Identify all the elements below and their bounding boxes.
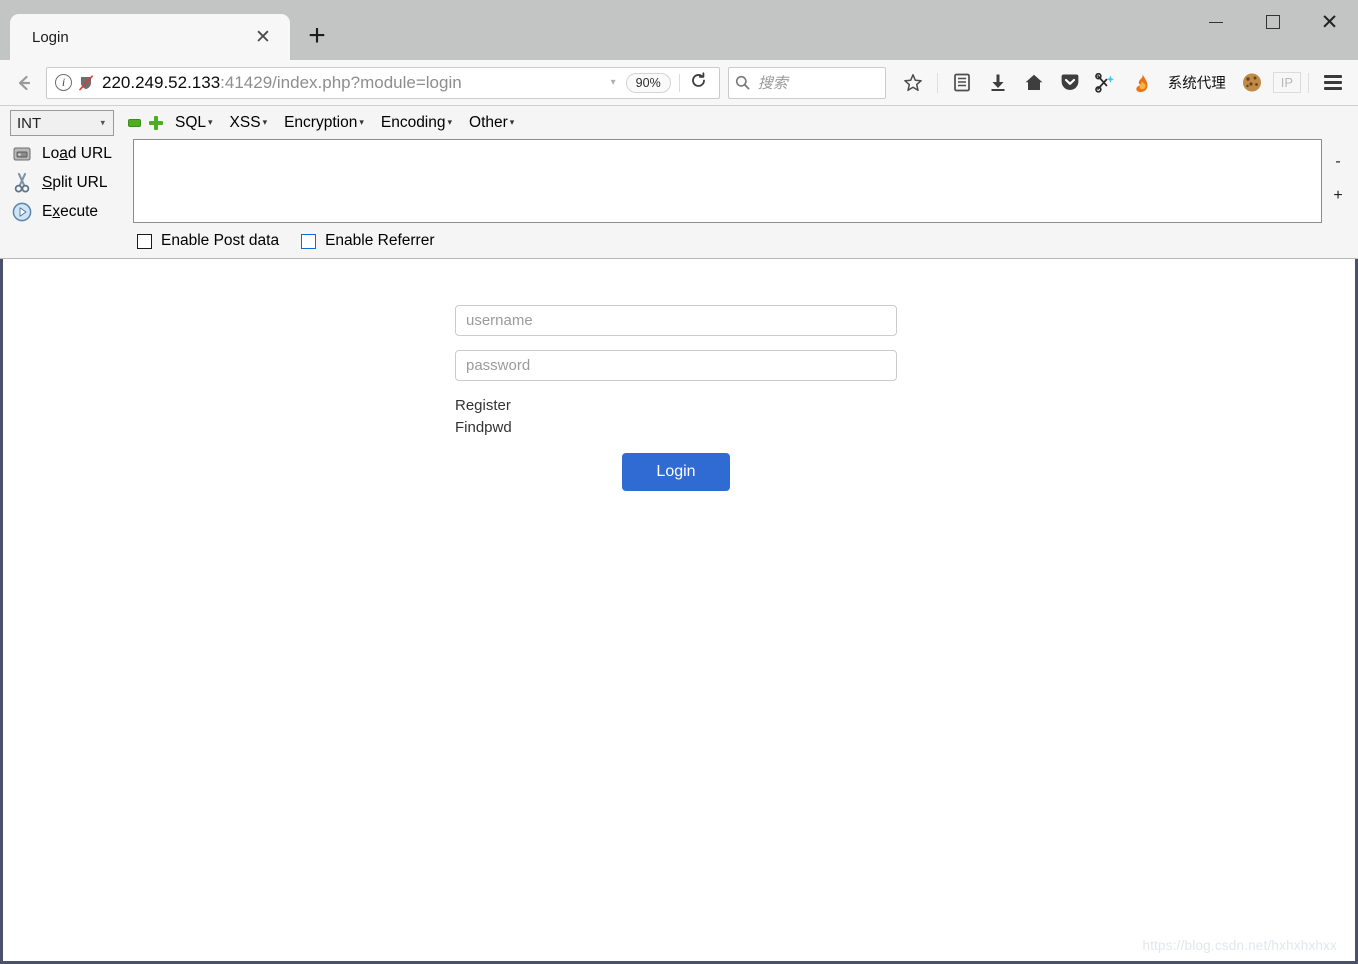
username-input[interactable] <box>455 305 897 336</box>
chevron-down-icon: ▾ <box>208 117 213 127</box>
password-input[interactable] <box>455 350 897 381</box>
divider <box>678 73 680 92</box>
close-icon[interactable]: ✕ <box>250 24 276 50</box>
plus-green-icon[interactable] <box>149 116 163 130</box>
pocket-icon[interactable] <box>1053 66 1087 100</box>
hackbar-type-value: INT <box>17 114 42 132</box>
scissors-icon <box>8 172 36 193</box>
home-icon[interactable] <box>1017 66 1051 100</box>
url-path: :41429/index.php?module=login <box>220 72 462 92</box>
new-tab-button[interactable]: + <box>296 15 338 57</box>
url-text[interactable]: 220.249.52.133:41429/index.php?module=lo… <box>102 73 601 93</box>
chevron-down-icon: ▾ <box>359 117 364 127</box>
hackbar-panel: INT ▾ SQL ▾ XSS ▾ Encryption ▾ Encoding ▾ Ot… <box>0 106 1358 259</box>
tab-strip: Login ✕ + <box>0 0 338 60</box>
browser-window: Login ✕ + ✕ i 220.249.52.133:41429/index… <box>0 0 1358 964</box>
maximize-icon[interactable] <box>1244 0 1301 44</box>
hackbar-menu-encoding[interactable]: Encoding ▾ <box>381 114 452 132</box>
chevron-down-icon: ▾ <box>447 117 453 127</box>
chevron-down-icon[interactable]: ▾ <box>601 77 626 88</box>
zoom-level-badge[interactable]: 90% <box>625 72 671 93</box>
divider <box>1308 72 1309 93</box>
identity-box[interactable]: i <box>55 74 94 91</box>
url-host: 220.249.52.133 <box>102 72 221 92</box>
chevron-down-icon: ▾ <box>262 117 268 127</box>
play-icon <box>8 202 36 222</box>
hackbar-options: Enable Post data Enable Referrer <box>0 226 1358 256</box>
hackbar-type-select[interactable]: INT ▾ <box>10 110 114 136</box>
login-form: Register Findpwd Login <box>455 305 897 491</box>
hackbar-resizers: - + <box>1322 139 1354 213</box>
hackbar-body: Load URL Split URL Execute - + <box>0 139 1358 226</box>
hackbar-stepper <box>128 116 163 130</box>
hackbar-menu-encryption[interactable]: Encryption ▾ <box>284 114 364 132</box>
enable-post-data-checkbox[interactable]: Enable Post data <box>137 232 279 250</box>
shrink-textarea-button[interactable]: - <box>1327 145 1349 179</box>
shield-crossed-icon[interactable] <box>78 74 94 91</box>
hackbar-menu-row: INT ▾ SQL ▾ XSS ▾ Encryption ▾ Encoding ▾ Ot… <box>0 106 1358 139</box>
search-placeholder: 搜索 <box>757 75 788 92</box>
login-button-row: Login <box>455 453 897 491</box>
back-arrow-icon <box>18 75 31 90</box>
hamburger-menu-icon[interactable] <box>1316 66 1350 100</box>
hackbar-url-textarea[interactable] <box>133 139 1322 223</box>
checkbox-box[interactable] <box>137 233 152 249</box>
tab-title: Login <box>32 28 69 46</box>
title-bar: Login ✕ + ✕ <box>0 0 1358 60</box>
hackbar-menu-sql[interactable]: SQL ▾ <box>175 114 213 132</box>
enable-post-data-label: Enable Post data <box>161 232 280 249</box>
downloads-icon[interactable] <box>981 66 1015 100</box>
menu-label: XSS <box>229 114 261 131</box>
system-proxy-label[interactable]: 系统代理 <box>1161 72 1233 93</box>
window-controls: ✕ <box>1187 0 1358 44</box>
disk-icon <box>8 145 36 163</box>
ip-badge[interactable]: IP <box>1272 72 1301 93</box>
minus-green-icon[interactable] <box>128 119 141 127</box>
library-icon[interactable] <box>945 66 979 100</box>
chevron-down-icon: ▾ <box>100 117 105 128</box>
findpwd-link[interactable]: Findpwd <box>455 417 897 439</box>
cookie-icon[interactable] <box>1235 66 1269 100</box>
menu-label: Encoding <box>380 114 446 131</box>
enable-referrer-checkbox[interactable]: Enable Referrer <box>301 232 434 250</box>
split-url-button[interactable]: Split URL <box>8 168 133 197</box>
address-bar[interactable]: i 220.249.52.133:41429/index.php?module=… <box>46 66 720 99</box>
search-icon <box>735 75 750 90</box>
reload-icon[interactable] <box>684 71 713 94</box>
window-close-icon[interactable]: ✕ <box>1301 0 1358 44</box>
fireshot-icon[interactable] <box>1089 66 1123 100</box>
back-button[interactable] <box>6 65 42 101</box>
page-viewport: Register Findpwd Login https://blog.csdn… <box>0 259 1358 964</box>
register-link[interactable]: Register <box>455 395 897 417</box>
bookmark-star-icon[interactable] <box>896 66 930 100</box>
load-url-label: Load URL <box>42 144 112 162</box>
load-url-button[interactable]: Load URL <box>8 139 133 168</box>
split-url-label: Split URL <box>42 173 108 191</box>
grow-textarea-button[interactable]: + <box>1327 179 1349 213</box>
minimize-icon[interactable] <box>1187 0 1244 44</box>
tab-login[interactable]: Login ✕ <box>10 14 290 60</box>
chevron-down-icon: ▾ <box>509 117 515 127</box>
divider <box>936 72 938 93</box>
menu-label: Encryption <box>284 114 358 131</box>
info-icon[interactable]: i <box>55 74 72 91</box>
hackbar-menu-xss[interactable]: XSS ▾ <box>230 114 268 132</box>
enable-referrer-label: Enable Referrer <box>325 232 435 249</box>
watermark: https://blog.csdn.net/hxhxhxhxx <box>1142 938 1337 953</box>
search-bar[interactable]: 搜索 <box>727 66 886 99</box>
execute-button[interactable]: Execute <box>8 197 133 226</box>
login-button[interactable]: Login <box>622 453 730 491</box>
execute-label: Execute <box>42 202 99 220</box>
menu-label: Other <box>469 114 508 131</box>
navigation-toolbar: i 220.249.52.133:41429/index.php?module=… <box>0 60 1358 106</box>
hackbar-menu-other[interactable]: Other ▾ <box>469 114 514 132</box>
checkbox-box[interactable] <box>301 233 317 249</box>
menu-label: SQL <box>175 114 207 131</box>
hackbar-actions: Load URL Split URL Execute <box>0 139 133 226</box>
hackbar-flame-icon[interactable] <box>1125 66 1159 100</box>
toolbar-icons: 系统代理 IP <box>896 66 1350 100</box>
